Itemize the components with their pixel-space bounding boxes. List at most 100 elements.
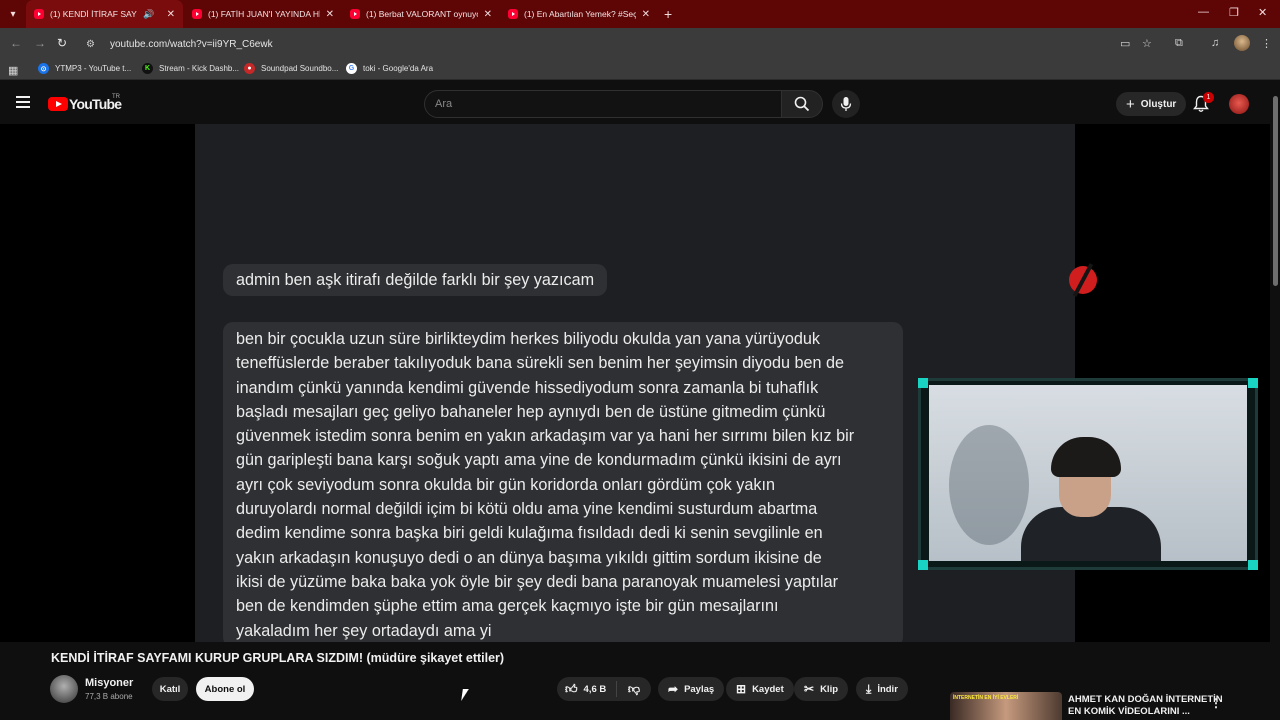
- save-button[interactable]: ⊞ Kaydet: [726, 677, 794, 701]
- site-info-icon[interactable]: ⚙: [86, 39, 98, 50]
- clip-label: Klip: [820, 683, 839, 695]
- new-tab-plus-icon[interactable]: +: [664, 6, 672, 22]
- bookmark-label: toki - Google'da Ara: [363, 64, 434, 73]
- media-controls-icon[interactable]: ♫: [1211, 37, 1219, 49]
- share-button[interactable]: ➦ Paylaş: [658, 677, 725, 701]
- next-video-thumbnail[interactable]: İNTERNETİN EN İYİ EVLERİ: [950, 692, 1062, 720]
- youtube-favicon-icon: [508, 9, 518, 19]
- tab-fatih-juan[interactable]: (1) FATİH JUAN'I YAYINDA HİLE ✕: [184, 0, 342, 28]
- bookmark-label: Stream - Kick Dashb...: [159, 64, 240, 73]
- search-icon: [794, 96, 810, 112]
- notification-badge: 1: [1203, 92, 1214, 103]
- download-button[interactable]: ⤓ İndir: [856, 677, 908, 701]
- minimize-icon[interactable]: —: [1198, 6, 1209, 18]
- download-label: İndir: [877, 683, 898, 695]
- confession-line: gün garipleşti bana karşı soğuk yaptı am…: [236, 451, 842, 470]
- soundpad-favicon-icon: ●: [244, 63, 255, 74]
- next-video-title-line: AHMET KAN DOĞAN İNTERNETİN: [1068, 694, 1223, 705]
- confession-line: inandım çünkü yanında kendimi güvende hi…: [236, 378, 819, 397]
- tab-title: (1) En Abartılan Yemek? #Seçiy: [524, 9, 636, 19]
- bookmark-kick[interactable]: K Stream - Kick Dashb...: [142, 63, 239, 74]
- confession-line: yakın arkadaşın konuşuyo dedi o an dünya…: [236, 548, 822, 567]
- bookmark-google-toki[interactable]: G toki - Google'da Ara: [346, 63, 433, 74]
- bookmarks-bar: ▦ ⊙ YTMP3 - YouTube t... K Stream - Kick…: [0, 60, 1280, 80]
- bookmark-ytmp3[interactable]: ⊙ YTMP3 - YouTube t...: [38, 63, 131, 74]
- tab-close-icon[interactable]: ✕: [642, 9, 650, 20]
- scrollbar-thumb[interactable]: [1273, 96, 1278, 286]
- tab-title: (1) Berbat VALORANT oynuyor: [366, 9, 478, 19]
- mouse-cursor-icon: [461, 689, 475, 701]
- ytmp3-favicon-icon: ⊙: [38, 63, 49, 74]
- tab-search-chevron-icon[interactable]: ▾: [4, 5, 22, 23]
- microphone-icon: [840, 97, 852, 111]
- channel-avatar[interactable]: [50, 675, 78, 703]
- reload-icon[interactable]: ↻: [57, 36, 67, 50]
- thumbs-down-icon: 👎︎: [627, 681, 641, 696]
- frame-corner-accent: [918, 378, 928, 388]
- youtube-favicon-icon: [350, 9, 360, 19]
- voice-search-button[interactable]: [832, 90, 860, 118]
- window-close-icon[interactable]: ✕: [1258, 6, 1267, 19]
- channel-name[interactable]: Misyoner: [85, 677, 133, 689]
- video-title: KENDİ İTİRAF SAYFAMI KURUP GRUPLARA SIZD…: [51, 651, 505, 665]
- tab-title: (1) FATİH JUAN'I YAYINDA HİLE: [208, 9, 320, 19]
- country-code: TR: [112, 94, 120, 100]
- youtube-logo[interactable]: YouTube: [48, 96, 122, 112]
- kick-favicon-icon: K: [142, 63, 153, 74]
- confession-line: güvenmek istedim sonra benim en yakın ar…: [236, 427, 855, 446]
- cast-icon[interactable]: ▭: [1120, 37, 1130, 50]
- extensions-puzzle-icon[interactable]: ⧉: [1175, 37, 1183, 50]
- tab-close-icon[interactable]: ✕: [484, 9, 492, 20]
- google-favicon-icon: G: [346, 63, 357, 74]
- page-scrollbar[interactable]: [1270, 86, 1280, 720]
- bookmark-add-icon: ⊞: [736, 682, 747, 696]
- chat-bubble-confession: ben bir çocukla uzun süre birlikteydim h…: [223, 322, 903, 642]
- chat-bubble-intro: admin ben aşk itirafı değilde farklı bir…: [223, 264, 608, 297]
- frame-corner-accent: [1248, 560, 1258, 570]
- confession-line: ben bir çocukla uzun süre birlikteydim h…: [236, 330, 820, 348]
- search-input[interactable]: [425, 91, 781, 117]
- maximize-icon[interactable]: ❐: [1229, 6, 1239, 19]
- streamer-logo-icon: [1069, 266, 1097, 294]
- subscribe-button[interactable]: Abone ol: [196, 677, 254, 701]
- browser-menu-kebab-icon[interactable]: ⋮: [1261, 37, 1272, 50]
- back-arrow-icon[interactable]: ←: [10, 36, 22, 50]
- url-text[interactable]: youtube.com/watch?v=ii9YR_C6ewk: [110, 39, 273, 50]
- dislike-button[interactable]: 👎︎: [617, 682, 651, 697]
- account-avatar[interactable]: [1229, 94, 1249, 114]
- next-video-card[interactable]: İNTERNETİN EN İYİ EVLERİ AHMET KAN DOĞAN…: [950, 692, 1270, 720]
- next-video-title[interactable]: AHMET KAN DOĞAN İNTERNETİN EN KOMİK VİDE…: [1068, 694, 1223, 718]
- speaker-icon[interactable]: 🔊: [143, 9, 154, 20]
- tab-kendi-itiraf[interactable]: (1) KENDİ İTİRAF SAYFAMI K 🔊 ✕: [26, 0, 183, 28]
- clip-button[interactable]: ✂ Klip: [794, 677, 849, 701]
- confession-line: ben de kendimden şüphe ettim ama gerçek …: [236, 597, 779, 616]
- forward-arrow-icon[interactable]: →: [34, 36, 46, 50]
- search-box[interactable]: [424, 90, 782, 118]
- like-dislike-group: 👍︎ 4,6 B 👎︎: [557, 677, 651, 701]
- apps-grid-icon[interactable]: ▦: [8, 64, 18, 77]
- bookmark-soundpad[interactable]: ● Soundpad Soundbo...: [244, 63, 338, 74]
- youtube-favicon-icon: [192, 9, 202, 19]
- bookmark-star-icon[interactable]: ☆: [1142, 37, 1152, 50]
- more-options-kebab-icon[interactable]: ⋮: [1210, 696, 1222, 710]
- tab-close-icon[interactable]: ✕: [326, 9, 334, 20]
- scissors-icon: ✂: [804, 682, 815, 696]
- like-count: 4,6 B: [583, 683, 607, 695]
- confession-line: teneffüslerde beraber takılıyoduk bana s…: [236, 354, 844, 373]
- join-button[interactable]: Katıl: [152, 677, 188, 701]
- address-bar[interactable]: ⚙ youtube.com/watch?v=ii9YR_C6ewk: [80, 32, 1108, 56]
- youtube-masthead: YouTube TR + Oluştur 1: [0, 84, 1280, 124]
- tab-title: (1) KENDİ İTİRAF SAYFAMI K: [50, 9, 137, 19]
- search-button[interactable]: [781, 90, 823, 118]
- streamer-hair: [1051, 437, 1121, 477]
- share-arrow-icon: ➦: [668, 682, 679, 696]
- tab-en-abartilan-yemek[interactable]: (1) En Abartılan Yemek? #Seçiy ✕: [500, 0, 658, 28]
- tab-close-icon[interactable]: ✕: [167, 9, 175, 20]
- browser-profile-avatar[interactable]: [1234, 35, 1250, 51]
- frame-corner-accent: [1248, 378, 1258, 388]
- tab-berbat-valorant[interactable]: (1) Berbat VALORANT oynuyor ✕: [342, 0, 500, 28]
- create-button[interactable]: + Oluştur: [1116, 92, 1187, 116]
- hamburger-menu-icon[interactable]: [16, 96, 30, 108]
- like-button[interactable]: 👍︎ 4,6 B: [557, 681, 617, 697]
- confession-line: yakaladım her şey ortadaydı ama yi: [236, 621, 492, 640]
